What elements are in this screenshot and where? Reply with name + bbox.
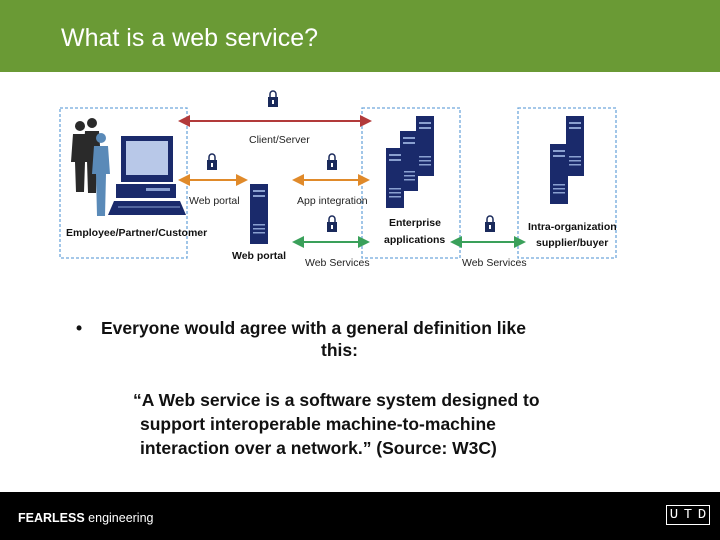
footer-brand-bold: FEARLESS <box>18 511 85 525</box>
employee-label: Employee/Partner/Customer <box>66 227 207 239</box>
quote-line-2: support interoperable machine-to-machine <box>140 414 496 434</box>
footer-brand-rest: engineering <box>84 511 154 525</box>
app-integration-label: App integration <box>297 195 368 207</box>
utd-logo-letter-u: U <box>669 507 679 523</box>
people-icon <box>71 118 110 216</box>
intra-org-label-2: supplier/buyer <box>536 237 608 249</box>
footer-brand: FEARLESS engineering <box>18 511 154 525</box>
enterprise-label-2: applications <box>384 234 445 246</box>
server-icon <box>550 144 568 204</box>
web-services-label-right: Web Services <box>462 257 527 269</box>
web-services-label-left: Web Services <box>305 257 370 269</box>
lock-icon <box>484 215 496 233</box>
lock-icon <box>267 90 279 108</box>
bullet-text-line1: Everyone would agree with a general defi… <box>101 318 526 338</box>
quote-line-1: “A Web service is a software system desi… <box>133 390 540 410</box>
web-service-diagram: Client/Server Web portal App integration… <box>59 90 617 269</box>
web-portal-server-label: Web portal <box>232 250 286 262</box>
server-icon <box>566 116 584 176</box>
desktop-computer-icon <box>108 136 186 215</box>
bullet-text-line2: this: <box>321 340 358 360</box>
server-icon <box>250 184 268 244</box>
bullet-marker: • <box>76 318 83 338</box>
footer-bar: FEARLESS engineering <box>0 492 720 540</box>
web-portal-arrow-label: Web portal <box>189 195 240 207</box>
intra-org-label-1: Intra-organization <box>528 221 617 233</box>
utd-logo: U T D <box>666 505 710 525</box>
lock-icon <box>326 215 338 233</box>
enterprise-label-1: Enterprise <box>389 217 441 229</box>
quote-line-3: interaction over a network.” (Source: W3… <box>140 438 497 458</box>
definition-quote: “A Web service is a software system desi… <box>133 388 540 460</box>
slide-title: What is a web service? <box>61 24 319 52</box>
server-icon <box>416 116 434 176</box>
title-bar: What is a web service? <box>0 0 720 72</box>
server-icon <box>386 148 404 208</box>
utd-logo-letter-t: T <box>683 507 693 523</box>
client-server-label: Client/Server <box>249 134 310 146</box>
lock-icon <box>206 153 218 171</box>
utd-logo-letter-d: D <box>697 507 707 523</box>
lock-icon <box>326 153 338 171</box>
